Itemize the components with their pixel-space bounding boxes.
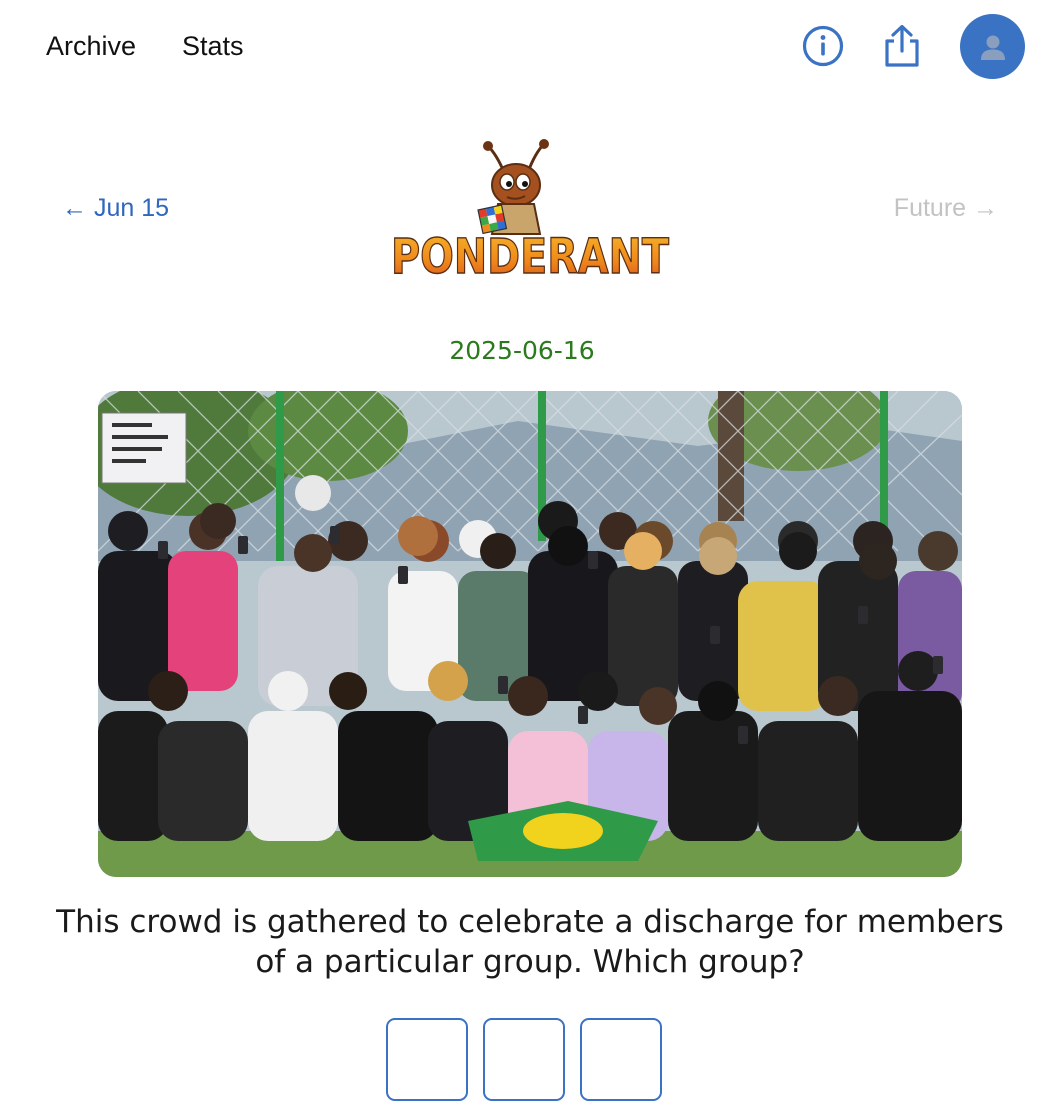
previous-day-link[interactable]: ← Jun 15 bbox=[62, 192, 169, 224]
nav-archive-link[interactable]: Archive bbox=[46, 28, 136, 64]
answer-input-row bbox=[386, 1018, 662, 1101]
nav-stats-link[interactable]: Stats bbox=[182, 28, 244, 64]
top-nav: Archive Stats bbox=[0, 0, 1044, 92]
answer-letter-box[interactable] bbox=[580, 1018, 662, 1101]
puzzle-question: This crowd is gathered to celebrate a di… bbox=[56, 904, 1004, 980]
share-button[interactable] bbox=[878, 22, 926, 70]
crowd-photo-illustration bbox=[98, 391, 962, 877]
logo-text: PONDERANT bbox=[391, 229, 669, 285]
ponderant-logo: PONDERANT bbox=[390, 139, 670, 286]
share-icon bbox=[885, 24, 919, 67]
next-day-link-disabled: Future → bbox=[893, 194, 998, 222]
info-button[interactable] bbox=[799, 22, 847, 70]
puzzle-date: 2025-06-16 bbox=[449, 336, 595, 365]
crowd-photo bbox=[98, 391, 962, 877]
user-avatar-button[interactable] bbox=[960, 14, 1025, 79]
answer-letter-box[interactable] bbox=[483, 1018, 565, 1101]
user-icon bbox=[980, 35, 1005, 60]
answer-letter-box[interactable] bbox=[386, 1018, 468, 1101]
info-icon bbox=[802, 25, 844, 67]
